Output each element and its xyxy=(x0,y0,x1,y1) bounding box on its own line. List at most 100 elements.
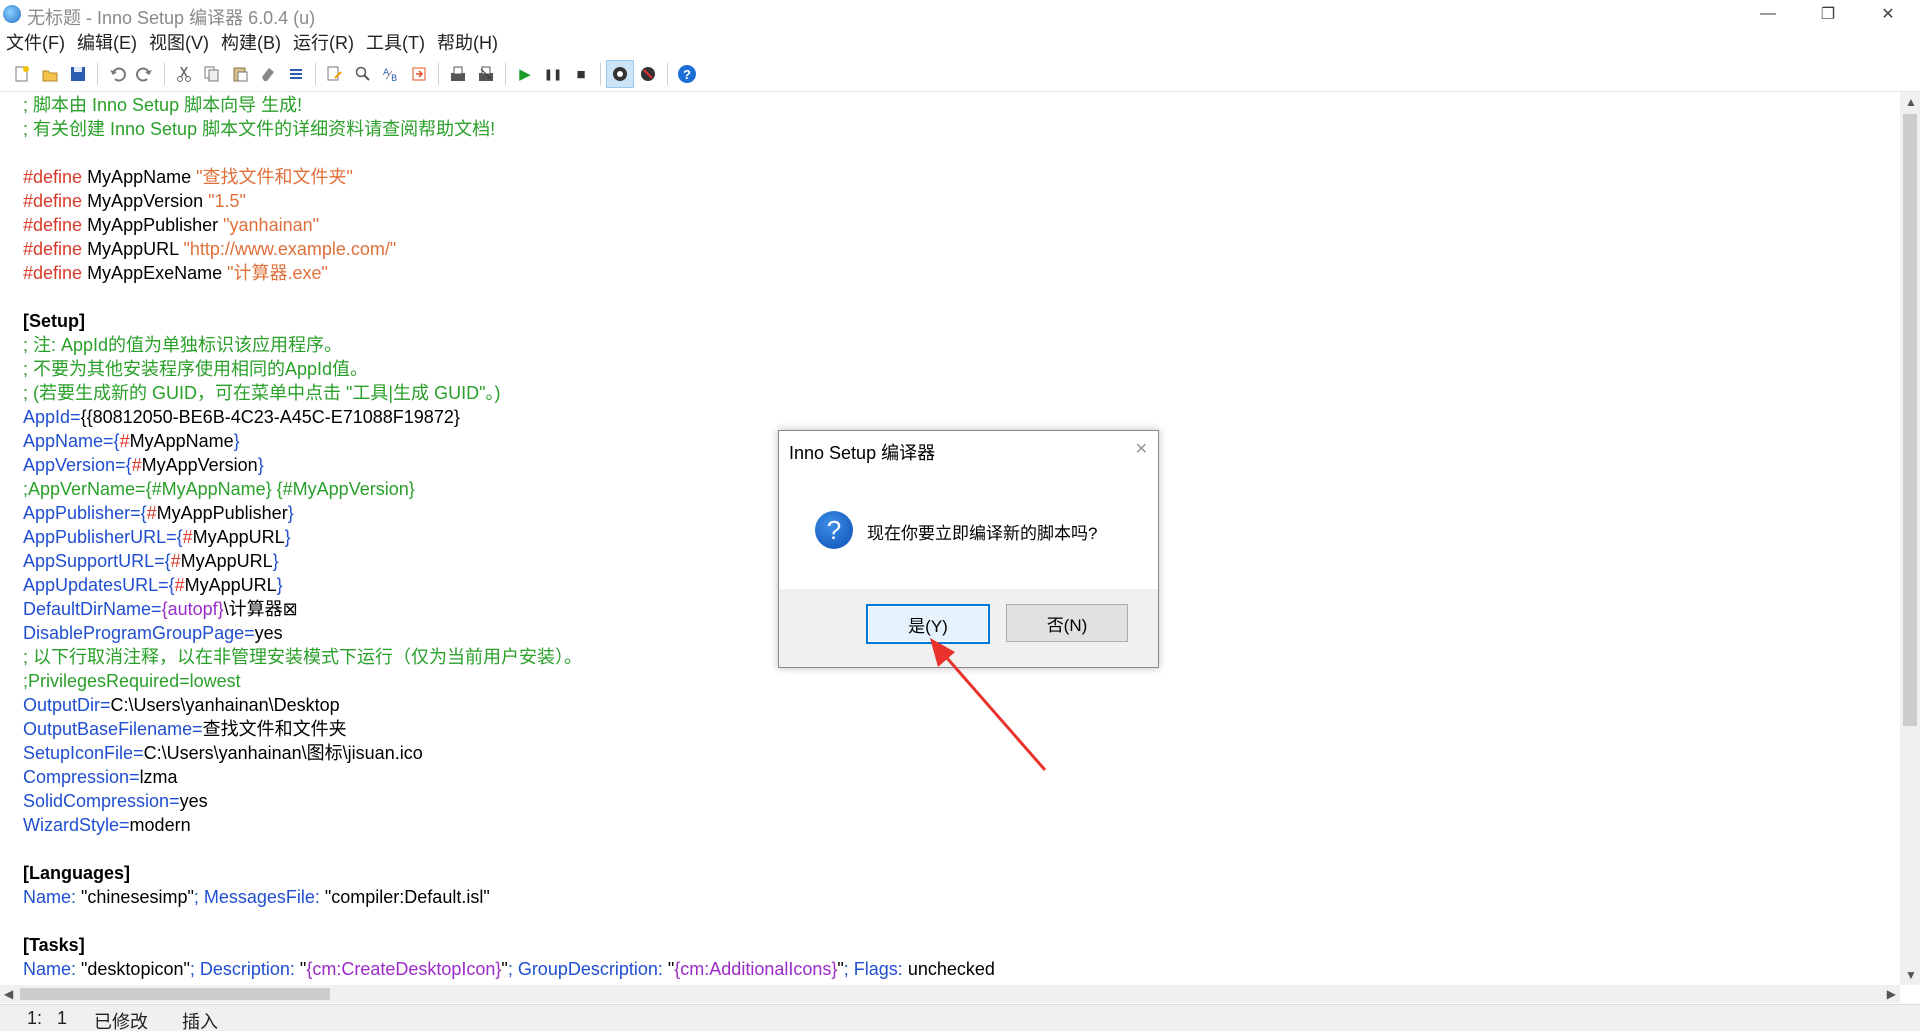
code-token: AppPublisher xyxy=(23,503,131,523)
run-icon[interactable]: ▶ xyxy=(511,60,539,88)
code-token: } xyxy=(272,551,279,571)
compile-icon[interactable] xyxy=(444,60,472,88)
close-button[interactable]: ✕ xyxy=(1860,0,1916,28)
menu-file[interactable]: 文件(F) xyxy=(0,29,71,55)
code-line: AppPublisherURL={#MyAppURL} xyxy=(23,525,291,549)
select-all-icon[interactable] xyxy=(282,60,310,88)
code-line: ; 脚本由 Inno Setup 脚本向导 生成! xyxy=(23,93,302,117)
code-token: yes xyxy=(179,791,208,811)
code-token: ; Flags: xyxy=(843,959,903,979)
code-token: SolidCompression xyxy=(23,791,170,811)
svg-text:B: B xyxy=(391,74,397,83)
new-icon[interactable] xyxy=(8,60,36,88)
code-token: = xyxy=(133,743,144,763)
code-token: MyAppVersion xyxy=(141,455,258,475)
horizontal-scroll-thumb[interactable] xyxy=(20,988,330,1000)
vertical-scrollbar[interactable]: ▲ ▼ xyxy=(1900,92,1920,985)
dialog-button-bar: 是(Y) 否(N) xyxy=(779,589,1158,667)
vertical-scroll-thumb[interactable] xyxy=(1903,114,1917,726)
menu-build[interactable]: 构建(B) xyxy=(215,29,287,55)
code-line: #define MyAppURL "http://www.example.com… xyxy=(23,237,396,261)
scroll-left-icon[interactable]: ◀ xyxy=(4,987,13,1001)
code-token: ={ xyxy=(154,551,171,571)
code-token: #define xyxy=(23,215,83,235)
code-token: DisableProgramGroupPage xyxy=(23,623,245,643)
scroll-right-icon[interactable]: ▶ xyxy=(1887,987,1896,1001)
code-token: " xyxy=(662,959,675,979)
redo-icon[interactable] xyxy=(131,60,159,88)
horizontal-scrollbar[interactable]: ◀ ▶ xyxy=(0,985,1900,1003)
code-line: AppName={#MyAppName} xyxy=(23,429,240,453)
minimize-button[interactable]: — xyxy=(1740,0,1796,28)
code-line: DefaultDirName={autopf}\计算器⊠ xyxy=(23,597,298,621)
code-token: ={ xyxy=(166,527,183,547)
cut-icon[interactable] xyxy=(170,60,198,88)
stop-icon[interactable]: ■ xyxy=(567,60,595,88)
menu-edit[interactable]: 编辑(E) xyxy=(71,29,143,55)
code-token: = xyxy=(119,815,130,835)
code-token: ={ xyxy=(158,575,175,595)
stop-compile-icon[interactable] xyxy=(472,60,500,88)
code-token: "1.5" xyxy=(208,191,246,211)
open-icon[interactable] xyxy=(36,60,64,88)
code-line: AppId={{80812050-BE6B-4C23-A45C-E71088F1… xyxy=(23,405,460,429)
status-line: 1: xyxy=(27,1008,43,1028)
app-icon xyxy=(3,5,21,23)
code-token: "chinesesimp" xyxy=(76,887,194,907)
goto-icon[interactable] xyxy=(405,60,433,88)
code-line: #define MyAppExeName "计算器.exe" xyxy=(23,261,328,285)
status-insert-mode: 插入 xyxy=(182,1012,218,1032)
target-uninstall-icon[interactable] xyxy=(634,60,662,88)
code-token: MyAppName xyxy=(129,431,234,451)
code-token: } xyxy=(284,527,291,547)
menu-tools[interactable]: 工具(T) xyxy=(360,29,431,55)
replace-icon[interactable]: AB xyxy=(377,60,405,88)
code-token: MyAppExeName xyxy=(82,263,228,283)
menu-help[interactable]: 帮助(H) xyxy=(431,29,504,55)
code-token: ;AppVerName={#MyAppName} {#MyAppVersion} xyxy=(23,479,415,499)
no-button[interactable]: 否(N) xyxy=(1006,604,1128,642)
restore-button[interactable]: ❐ xyxy=(1800,0,1856,28)
scroll-up-icon[interactable]: ▲ xyxy=(1905,95,1917,109)
code-line: #define MyAppVersion "1.5" xyxy=(23,189,246,213)
save-icon[interactable] xyxy=(64,60,92,88)
code-token: ;PrivilegesRequired=lowest xyxy=(23,671,241,691)
code-token: #define xyxy=(23,167,83,187)
paste-icon[interactable] xyxy=(226,60,254,88)
copy-icon[interactable] xyxy=(198,60,226,88)
code-token: MyAppURL xyxy=(192,527,285,547)
code-line: #define MyAppName "查找文件和文件夹" xyxy=(23,165,353,189)
target-setup-icon[interactable] xyxy=(606,60,634,88)
code-token: C:\Users\yanhainan\Desktop xyxy=(110,695,340,715)
yes-button[interactable]: 是(Y) xyxy=(866,604,990,644)
code-line: OutputBaseFilename=查找文件和文件夹 xyxy=(23,717,347,741)
code-token: OutputBaseFilename xyxy=(23,719,193,739)
code-line: AppUpdatesURL={#MyAppURL} xyxy=(23,573,283,597)
help-icon[interactable]: ? xyxy=(673,60,701,88)
code-token: # xyxy=(146,503,157,523)
code-line: [Setup] xyxy=(23,309,85,333)
code-token: = xyxy=(70,407,81,427)
find-icon[interactable] xyxy=(321,60,349,88)
delete-icon[interactable] xyxy=(254,60,282,88)
code-token: MyAppURL xyxy=(184,575,277,595)
code-token: MyAppURL xyxy=(82,239,184,259)
scroll-down-icon[interactable]: ▼ xyxy=(1905,968,1917,982)
menu-view[interactable]: 视图(V) xyxy=(143,29,215,55)
code-line: OutputDir=C:\Users\yanhainan\Desktop xyxy=(23,693,340,717)
undo-icon[interactable] xyxy=(103,60,131,88)
dialog-close-icon[interactable]: ✕ xyxy=(1135,439,1148,459)
code-token: MyAppVersion xyxy=(82,191,209,211)
code-token: SetupIconFile xyxy=(23,743,134,763)
pause-icon[interactable]: ❚❚ xyxy=(539,60,567,88)
menu-run[interactable]: 运行(R) xyxy=(287,29,360,55)
code-token: AppName xyxy=(23,431,104,451)
code-token: {{80812050-BE6B-4C23-A45C-E71088F19872} xyxy=(80,407,460,427)
code-line: #define MyAppPublisher "yanhainan" xyxy=(23,213,319,237)
dialog-message: 现在你要立即编译新的脚本吗? xyxy=(867,524,1098,543)
code-token: DefaultDirName xyxy=(23,599,152,619)
code-line: AppSupportURL={#MyAppURL} xyxy=(23,549,279,573)
code-token: {cm:AdditionalIcons} xyxy=(674,959,838,979)
find-next-icon[interactable] xyxy=(349,60,377,88)
code-line: SetupIconFile=C:\Users\yanhainan\图标\jisu… xyxy=(23,741,423,765)
